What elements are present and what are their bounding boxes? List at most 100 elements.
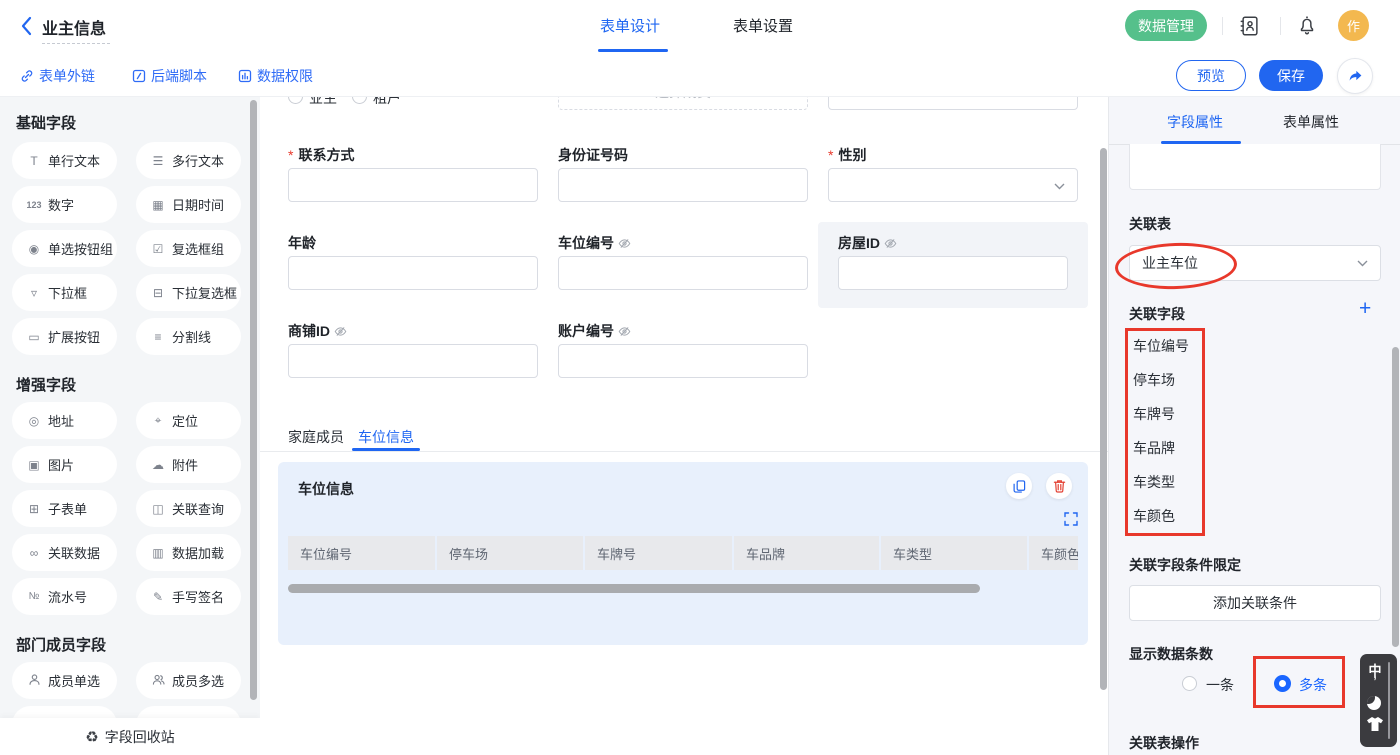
radio-owner-label: 业主	[309, 96, 337, 108]
subform-horizontal-scrollbar[interactable]	[288, 584, 980, 593]
related-field-item[interactable]: 停车场	[1133, 370, 1175, 390]
copy-subform-button[interactable]	[1006, 473, 1032, 499]
idcard-input[interactable]	[558, 168, 808, 202]
add-field-plus-icon[interactable]: +	[1359, 297, 1371, 321]
age-input[interactable]	[288, 256, 538, 290]
field-item-checkbox-group[interactable]: ☑复选框组	[136, 230, 241, 267]
field-item-radio-group[interactable]: ◉单选按钮组	[12, 230, 117, 267]
skin-tshirt-icon[interactable]	[1367, 717, 1383, 731]
title-underline	[42, 43, 110, 44]
radio-one-record[interactable]	[1182, 676, 1197, 691]
field-label-idcard: 身份证号码	[558, 145, 628, 165]
external-link-item[interactable]: 表单外链	[20, 66, 95, 86]
tab-parking-info[interactable]: 车位信息	[358, 427, 414, 447]
field-item-relation-data[interactable]: ∞关联数据	[12, 534, 117, 571]
field-recycle-bin[interactable]: ♻ 字段回收站	[0, 718, 260, 755]
field-item-multiselect[interactable]: ⊟下拉复选框	[136, 274, 241, 311]
field-label-house-id: 房屋ID	[838, 233, 897, 253]
related-field-item[interactable]: 车品牌	[1133, 438, 1175, 458]
field-label-parking-no: 车位编号	[558, 233, 631, 253]
subform-parking-panel[interactable]: 车位信息 车位编号 停车场 车牌号 车品牌 车类型 车颜色	[278, 462, 1088, 645]
field-item-datetime[interactable]: ▦日期时间	[136, 186, 241, 223]
field-item-divider[interactable]: ≡分割线	[136, 318, 241, 355]
related-table-label: 关联表	[1129, 214, 1171, 234]
add-condition-button[interactable]: 添加关联条件	[1129, 585, 1381, 621]
field-item-number[interactable]: 123数字	[12, 186, 117, 223]
panel-scrollbar[interactable]	[1392, 347, 1399, 647]
annotation-rect-fields	[1125, 328, 1205, 536]
field-item-serial-number[interactable]: №流水号	[12, 578, 117, 615]
recycle-icon: ♻	[85, 728, 98, 746]
subform-title: 车位信息	[298, 479, 354, 499]
sidebar-scrollbar[interactable]	[250, 100, 257, 700]
field-item-select[interactable]: ▿下拉框	[12, 274, 117, 311]
radio-owner[interactable]	[288, 96, 303, 104]
moon-icon[interactable]	[1367, 696, 1381, 710]
tab-form-settings[interactable]: 表单设置	[733, 15, 793, 36]
people-icon	[150, 673, 166, 689]
related-field-item[interactable]: 车类型	[1133, 472, 1175, 492]
field-item-attachment[interactable]: ☁附件	[136, 446, 241, 483]
field-item-member-single[interactable]: 成员单选	[12, 662, 117, 699]
eye-off-icon	[884, 237, 897, 250]
subform-table-header: 车位编号 停车场 车牌号 车品牌 车类型 车颜色	[288, 536, 1078, 570]
person-icon	[26, 673, 42, 689]
radio-multi-record[interactable]	[1274, 675, 1291, 692]
ime-punct-indicator[interactable]: ’	[1367, 673, 1383, 693]
related-field-item[interactable]: 车位编号	[1133, 336, 1189, 356]
bell-icon[interactable]	[1296, 14, 1318, 36]
field-item-signature[interactable]: ✎手写签名	[136, 578, 241, 615]
tab-family-members[interactable]: 家庭成员	[288, 427, 344, 447]
related-table-select[interactable]: 业主车位	[1129, 245, 1381, 281]
field-item-geolocate[interactable]: ⌖定位	[136, 402, 241, 439]
field-item-multi-text[interactable]: ☰多行文本	[136, 142, 241, 179]
gender-select[interactable]	[828, 168, 1078, 202]
parking-no-input[interactable]	[558, 256, 808, 290]
field-label-shop-id: 商铺ID	[288, 321, 347, 341]
field-item-extend-button[interactable]: ▭扩展按钮	[12, 318, 117, 355]
field-item-member-multi[interactable]: 成员多选	[136, 662, 241, 699]
data-manage-button[interactable]: 数据管理	[1125, 10, 1207, 41]
back-icon[interactable]	[20, 16, 33, 36]
tab-field-properties[interactable]: 字段属性	[1167, 112, 1223, 132]
house-id-input[interactable]	[838, 256, 1068, 290]
preview-button[interactable]: 预览	[1176, 60, 1246, 91]
expand-icon[interactable]	[1064, 512, 1078, 526]
related-field-item[interactable]: 车颜色	[1133, 506, 1175, 526]
ime-toolbar[interactable]: 中 ’	[1360, 654, 1397, 747]
field-item-single-text[interactable]: T单行文本	[12, 142, 117, 179]
canvas-scrollbar[interactable]	[1100, 148, 1107, 690]
relation-query-icon: ◫	[150, 502, 166, 516]
shop-id-input[interactable]	[288, 344, 538, 378]
account-no-input[interactable]	[558, 344, 808, 378]
header-divider	[1280, 17, 1281, 35]
column-header: 车类型	[881, 536, 1027, 570]
member-picker-button[interactable]: 选择成员	[558, 96, 808, 110]
radio-tenant[interactable]	[352, 96, 367, 104]
save-button[interactable]: 保存	[1259, 60, 1323, 91]
field-item-image[interactable]: ▣图片	[12, 446, 117, 483]
tab-form-properties[interactable]: 表单属性	[1283, 112, 1339, 132]
chevron-down-icon	[1357, 260, 1368, 267]
subform-icon: ⊞	[26, 502, 42, 516]
delete-subform-button[interactable]	[1046, 473, 1072, 499]
share-arrow-icon	[1347, 68, 1363, 84]
permission-chart-icon	[238, 69, 252, 83]
backend-script-item[interactable]: 后端脚本	[132, 66, 207, 86]
share-button[interactable]	[1337, 58, 1373, 94]
contacts-icon[interactable]	[1239, 15, 1261, 37]
data-permission-item[interactable]: 数据权限	[238, 66, 313, 86]
field-item-subform[interactable]: ⊞子表单	[12, 490, 117, 527]
tab-form-design[interactable]: 表单设计	[600, 15, 660, 36]
field-item-data-load[interactable]: ▥数据加载	[136, 534, 241, 571]
avatar[interactable]: 作	[1338, 10, 1369, 41]
field-item-address[interactable]: ◎地址	[12, 402, 117, 439]
cutoff-input[interactable]	[828, 96, 1078, 110]
chevron-down-icon	[1054, 183, 1065, 190]
form-designer-app: 业主信息 表单设计 表单设置 数据管理 作	[0, 0, 1400, 755]
related-field-item[interactable]: 车牌号	[1133, 404, 1175, 424]
field-item-relation-query[interactable]: ◫关联查询	[136, 490, 241, 527]
cutoff-property-input[interactable]	[1129, 144, 1381, 190]
radio-icon: ◉	[26, 242, 42, 256]
contact-input[interactable]	[288, 168, 538, 202]
